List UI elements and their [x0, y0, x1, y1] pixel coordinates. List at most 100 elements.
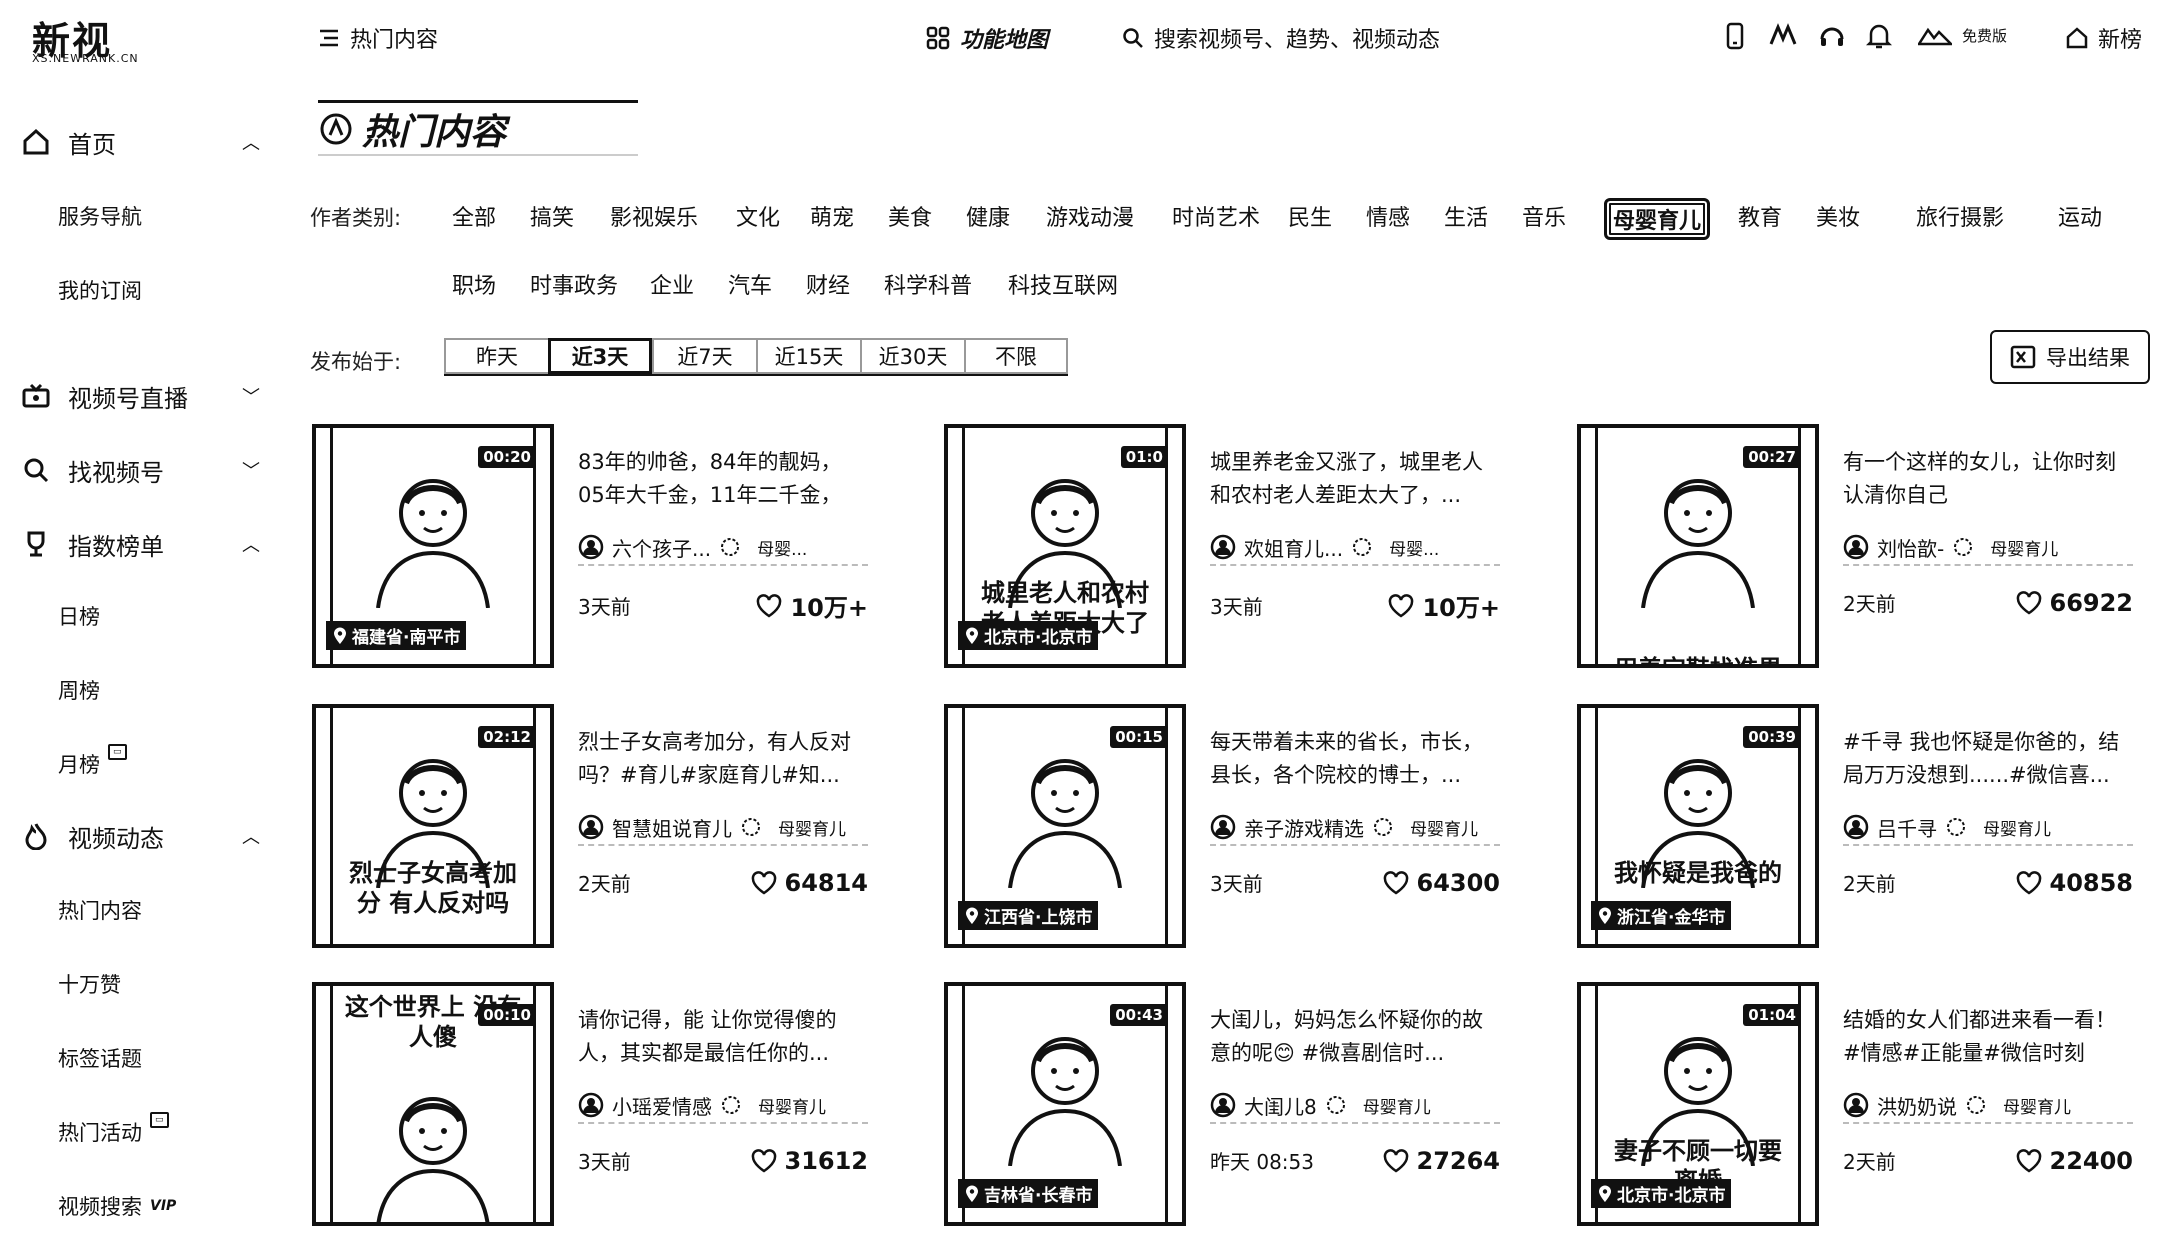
video-thumbnail[interactable]: 00:20 福建省·南平市 — [312, 424, 554, 668]
video-thumbnail[interactable]: 这个世界上 没有人傻 00:10 — [312, 982, 554, 1226]
video-title[interactable]: 大闺儿，妈妈怎么怀疑你的故意的呢😊 #微喜剧信时... — [1210, 1004, 1500, 1070]
video-title[interactable]: 结婚的女人们都进来看一看！#情感#正能量#微信时刻 — [1843, 1004, 2133, 1070]
sidebar-item-home[interactable]: 首页 ︿ — [20, 120, 260, 164]
category-filter-categories_row2-0[interactable]: 职场 — [446, 266, 502, 302]
category-filter-categories_row2-3[interactable]: 汽车 — [722, 266, 778, 302]
category-filter-categories_row1-9[interactable]: 民生 — [1282, 198, 1338, 234]
bell-icon[interactable] — [1866, 22, 1892, 50]
video-title[interactable]: #千寻 我也怀疑是你爸的，结局万万没想到......#微信喜... — [1843, 726, 2133, 792]
export-button[interactable]: 导出结果 — [1990, 330, 2150, 384]
author-name[interactable]: 大闺儿8 — [1244, 1091, 1317, 1120]
category-filter-categories_row2-1[interactable]: 时事政务 — [524, 266, 624, 302]
video-thumbnail[interactable]: 城里老人和农村老人差距太大了 01:0 北京市·北京市 — [944, 424, 1186, 668]
video-thumbnail[interactable]: 我怀疑是我爸的 00:39 浙江省·金华市 — [1577, 704, 1819, 948]
category-filter-categories_row1-2[interactable]: 影视娱乐 — [604, 198, 704, 234]
category-filter-categories_row1-6[interactable]: 健康 — [960, 198, 1016, 234]
video-thumbnail[interactable]: 用养宝鞋找准果 00:27 — [1577, 424, 1819, 668]
sidebar-item-hot[interactable]: 热门内容 — [58, 892, 142, 928]
video-title[interactable]: 请你记得，能 让你觉得傻的人，其实都是最信任你的... — [578, 1004, 868, 1070]
video-card[interactable]: 00:15 江西省·上饶市 每天带着未来的省长，市长，县长，各个院校的博士，..… — [944, 704, 1504, 948]
video-title[interactable]: 83年的帅爸，84年的靓妈，05年大千金，11年二千金，1... — [578, 446, 868, 512]
author-name[interactable]: 吕千寻 — [1877, 813, 1937, 842]
video-title[interactable]: 城里养老金又涨了，城里老人和农村老人差距太大了，... — [1210, 446, 1500, 512]
category-filter-categories_row1-4[interactable]: 萌宠 — [804, 198, 860, 234]
author-name[interactable]: 洪奶奶说 — [1877, 1091, 1957, 1120]
author-name[interactable]: 刘怡歆- — [1877, 533, 1944, 562]
author-avatar[interactable] — [1210, 534, 1236, 560]
author-avatar[interactable] — [1210, 1092, 1236, 1118]
video-title[interactable]: 每天带着未来的省长，市长，县长，各个院校的博士，... — [1210, 726, 1500, 792]
date-option-3[interactable]: 近15天 — [756, 338, 860, 374]
headset-icon[interactable] — [1818, 22, 1846, 50]
category-filter-categories_row1-17[interactable]: 运动 — [2052, 198, 2108, 234]
category-filter-categories_row1-14[interactable]: 教育 — [1732, 198, 1788, 234]
author-avatar[interactable] — [578, 534, 604, 560]
video-thumbnail[interactable]: 烈士子女高考加分 有人反对吗 02:12 — [312, 704, 554, 948]
author-avatar[interactable] — [1210, 814, 1236, 840]
category-filter-categories_row1-8[interactable]: 时尚艺术 — [1166, 198, 1266, 234]
author-avatar[interactable] — [578, 1092, 604, 1118]
video-title[interactable]: 有一个这样的女儿，让你时刻认清你自己 — [1843, 446, 2133, 512]
xinbang-link[interactable]: 新榜 — [2066, 22, 2142, 54]
category-filter-categories_row1-10[interactable]: 情感 — [1360, 198, 1416, 234]
feature-map-link[interactable]: 功能地图 — [926, 22, 1048, 54]
category-filter-categories_row1-15[interactable]: 美妆 — [1810, 198, 1866, 234]
date-option-5[interactable]: 不限 — [964, 338, 1068, 374]
video-thumbnail[interactable]: 00:43 吉林省·长春市 — [944, 982, 1186, 1226]
sidebar-item-weekly[interactable]: 周榜 — [58, 672, 100, 708]
category-filter-categories_row1-1[interactable]: 搞笑 — [524, 198, 580, 234]
author-name[interactable]: 欢姐育儿... — [1244, 533, 1343, 562]
category-filter-categories_row2-6[interactable]: 科技互联网 — [1002, 266, 1124, 302]
author-avatar[interactable] — [578, 814, 604, 840]
date-option-1[interactable]: 近3天 — [548, 338, 652, 374]
category-filter-categories_row1-0[interactable]: 全部 — [446, 198, 502, 234]
menu-toggle[interactable]: 热门内容 — [318, 22, 438, 54]
sidebar-item-service-nav[interactable]: 服务导航 — [58, 198, 142, 234]
category-filter-categories_row2-4[interactable]: 财经 — [800, 266, 856, 302]
author-name[interactable]: 六个孩子... — [612, 533, 711, 562]
author-name[interactable]: 亲子游戏精选 — [1244, 813, 1364, 842]
sidebar-item-events[interactable]: 热门活动 ▭ — [58, 1112, 169, 1150]
video-card[interactable]: 城里老人和农村老人差距太大了 01:0 北京市·北京市 城里养老金又涨了，城里老… — [944, 424, 1504, 668]
sidebar-item-hundred-k[interactable]: 十万赞 — [58, 966, 121, 1002]
category-filter-categories_row2-5[interactable]: 科学科普 — [878, 266, 978, 302]
author-avatar[interactable] — [1843, 1092, 1869, 1118]
sidebar-item-find[interactable]: 找视频号 ﹀ — [20, 448, 260, 492]
author-avatar[interactable] — [1843, 814, 1869, 840]
date-option-2[interactable]: 近7天 — [652, 338, 756, 374]
sidebar-item-video-search[interactable]: 视频搜索 VIP — [58, 1188, 176, 1224]
sidebar-item-tags[interactable]: 标签话题 — [58, 1040, 142, 1076]
video-card[interactable]: 用养宝鞋找准果 00:27 有一个这样的女儿，让你时刻认清你自己 刘怡歆- 母婴… — [1577, 424, 2137, 668]
sidebar-item-index[interactable]: 指数榜单 ︿ — [20, 522, 260, 566]
category-filter-categories_row2-2[interactable]: 企业 — [644, 266, 700, 302]
video-card[interactable]: 妻子不顾一切要离婚 01:04 北京市·北京市 结婚的女人们都进来看一看！#情感… — [1577, 982, 2137, 1226]
video-thumbnail[interactable]: 00:15 江西省·上饶市 — [944, 704, 1186, 948]
category-filter-categories_row1-12[interactable]: 音乐 — [1516, 198, 1572, 234]
video-card[interactable]: 烈士子女高考加分 有人反对吗 02:12 烈士子女高考加分，有人反对吗？#育儿#… — [312, 704, 872, 948]
author-name[interactable]: 智慧姐说育儿 — [612, 813, 732, 842]
author-avatar[interactable] — [1843, 534, 1869, 560]
sidebar-item-daily[interactable]: 日榜 — [58, 598, 100, 634]
video-card[interactable]: 00:43 吉林省·长春市 大闺儿，妈妈怎么怀疑你的故意的呢😊 #微喜剧信时..… — [944, 982, 1504, 1226]
category-filter-categories_row1-3[interactable]: 文化 — [730, 198, 786, 234]
video-card[interactable]: 00:20 福建省·南平市 83年的帅爸，84年的靓妈，05年大千金，11年二千… — [312, 424, 872, 668]
video-title[interactable]: 烈士子女高考加分，有人反对吗？#育儿#家庭育儿#知... — [578, 726, 868, 792]
author-name[interactable]: 小瑶爱情感 — [612, 1091, 712, 1120]
category-filter-categories_row1-5[interactable]: 美食 — [882, 198, 938, 234]
search-input[interactable]: 搜索视频号、趋势、视频动态 — [1122, 22, 1440, 54]
date-option-0[interactable]: 昨天 — [444, 338, 548, 374]
sidebar-item-monthly[interactable]: 月榜 ▭ — [58, 744, 127, 782]
mobile-icon[interactable] — [1724, 22, 1746, 50]
app-logo-icon[interactable] — [1768, 22, 1798, 50]
sidebar-item-live[interactable]: 视频号直播 ﹀ — [20, 374, 260, 418]
video-card[interactable]: 这个世界上 没有人傻 00:10 请你记得，能 让你觉得傻的人，其实都是最信任你… — [312, 982, 872, 1226]
category-filter-categories_row1-7[interactable]: 游戏动漫 — [1040, 198, 1140, 234]
category-filter-categories_row1-13[interactable]: 母婴育儿 — [1604, 198, 1711, 240]
date-option-4[interactable]: 近30天 — [860, 338, 964, 374]
sidebar-item-my-subs[interactable]: 我的订阅 — [58, 272, 142, 308]
category-filter-categories_row1-11[interactable]: 生活 — [1438, 198, 1494, 234]
free-version-badge[interactable]: 免费版 — [1918, 24, 2007, 46]
video-card[interactable]: 我怀疑是我爸的 00:39 浙江省·金华市 #千寻 我也怀疑是你爸的，结局万万没… — [1577, 704, 2137, 948]
sidebar-item-dynamics[interactable]: 视频动态 ︿ — [20, 814, 260, 858]
video-thumbnail[interactable]: 妻子不顾一切要离婚 01:04 北京市·北京市 — [1577, 982, 1819, 1226]
